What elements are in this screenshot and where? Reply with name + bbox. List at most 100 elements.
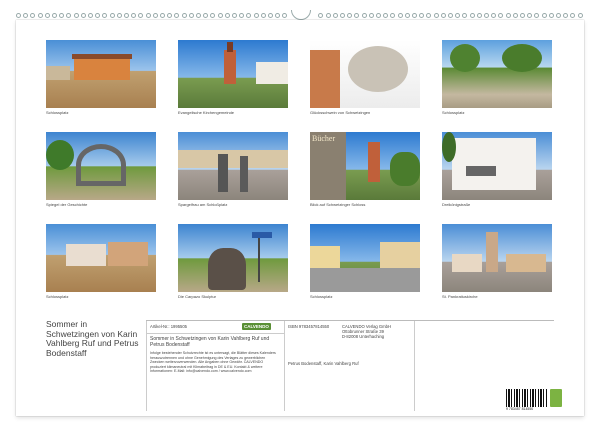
binding-ring: [484, 13, 489, 18]
photo-schlossplatz-4: [310, 224, 420, 292]
photo-carpazo-skulptur: [178, 224, 288, 292]
binding-ring: [44, 13, 50, 18]
binding-ring: [376, 13, 381, 18]
binding-ring: [440, 13, 446, 18]
binding-ring: [23, 13, 29, 18]
binding-ring: [462, 13, 468, 18]
binding-ring: [167, 13, 173, 18]
binding-ring: [426, 13, 432, 18]
binding-ring: [318, 13, 324, 18]
climate-badge-icon: [550, 389, 562, 407]
publisher-city: D-82008 Unterhaching: [342, 334, 385, 340]
binding-ring: [512, 13, 518, 18]
photo-caption: Schlossplatz: [46, 110, 69, 115]
photo-caption: Evangelische Kirchengemeinde: [178, 110, 235, 115]
binding-ring: [498, 13, 504, 18]
calendar-hanger: [291, 10, 311, 20]
photo-caption: Spargelfrau am Schloßplatz: [178, 202, 228, 207]
binding-ring: [548, 13, 554, 18]
legal-description: Infolge bestehender Schutzrechte ist es …: [150, 351, 276, 374]
photo-caption: St. Pankratiuskirche: [442, 294, 478, 299]
photo-kirchengemeinde: [178, 40, 288, 108]
binding-ring: [368, 13, 374, 18]
photo-credit: Petrus Bodenstaff, Karin Vahlberg Ruf: [288, 361, 359, 366]
photo-cell: Die Carpazo Skulptur: [178, 224, 288, 299]
binding-ring: [239, 13, 245, 18]
article-number: Artikel-Nr.: 1995505: [150, 324, 188, 329]
binding-ring: [347, 13, 353, 18]
binding-ring: [174, 13, 180, 18]
binding-ring: [383, 13, 389, 18]
photo-caption: Die Carpazo Skulptur: [178, 294, 217, 299]
binding-ring: [354, 13, 360, 18]
binding-ring: [448, 13, 453, 18]
binding-ring: [224, 13, 230, 18]
binding-ring: [196, 13, 201, 18]
binding-ring: [52, 13, 57, 18]
photo-schlossplatz-1: [46, 40, 156, 108]
binding-ring: [476, 13, 482, 18]
binding-ring: [534, 13, 540, 18]
binding-ring: [390, 13, 396, 18]
photo-blick-auf-schloss: Bücher: [310, 132, 420, 200]
photo-cell: Glücksschwein von Schwetzingen: [310, 40, 420, 115]
photo-spargelfrau: [178, 132, 288, 200]
photo-cell: Schlossplatz: [442, 40, 552, 115]
binding-ring: [520, 13, 525, 18]
binding-ring: [412, 13, 417, 18]
binding-ring: [203, 13, 209, 18]
binding-ring: [109, 13, 115, 18]
photo-schlossplatz-3: [46, 224, 156, 292]
photo-cell: Spargelfrau am Schloßplatz: [178, 132, 288, 207]
photo-cell: Evangelische Kirchengemeinde: [178, 40, 288, 115]
photo-cell: Schlossplatz: [46, 224, 156, 299]
binding-ring: [160, 13, 165, 18]
calvendo-logo: CALVENDO: [242, 323, 271, 330]
calendar-name: Sommer in Schwetzingen von Karin Vahlber…: [150, 336, 270, 348]
photo-schlossplatz-2: [442, 40, 552, 108]
binding-ring: [73, 13, 79, 18]
binding-ring: [131, 13, 137, 18]
binding-ring: [570, 13, 576, 18]
isbn-barcode: [506, 389, 548, 407]
binding-ring: [152, 13, 158, 18]
photo-cell: Dreikönigstraße: [442, 132, 552, 207]
binding-ring: [556, 13, 561, 18]
shop-sign-text: Bücher: [312, 134, 336, 143]
binding-ring: [404, 13, 410, 18]
photo-caption: Glücksschwein von Schwetzingen: [310, 110, 371, 115]
publisher-address: CALVENDO Verlag GmbH Ottobrunner Straße …: [342, 324, 391, 340]
binding-ring: [116, 13, 122, 18]
binding-ring: [455, 13, 461, 18]
binding-ring: [66, 13, 72, 18]
photo-caption: Schlossplatz: [442, 110, 465, 115]
binding-ring: [505, 13, 511, 18]
binding-ring: [80, 13, 86, 18]
photo-caption: Spiegel der Geschichte: [46, 202, 88, 207]
binding-ring: [268, 13, 273, 18]
binding-ring: [232, 13, 237, 18]
photo-spiegel-der-geschichte: [46, 132, 156, 200]
binding-ring: [138, 13, 144, 18]
calendar-back-page: Schlossplatz Evangelische Kirchengemeind…: [16, 20, 584, 416]
binding-ring: [181, 13, 187, 18]
binding-ring: [332, 13, 338, 18]
photo-gluecksschwein: [310, 40, 420, 108]
binding-ring: [275, 13, 281, 18]
binding-ring: [361, 13, 367, 18]
binding-ring: [563, 13, 569, 18]
photo-caption: Dreikönigstraße: [442, 202, 471, 207]
binding-ring: [88, 13, 93, 18]
binding-ring: [95, 13, 101, 18]
binding-ring: [124, 13, 129, 18]
photo-caption: Blick auf Schwetzinger Schloss: [310, 202, 366, 207]
photo-cell: Schlossplatz: [310, 224, 420, 299]
binding-ring: [433, 13, 439, 18]
binding-ring: [419, 13, 425, 18]
binding-ring: [397, 13, 403, 18]
binding-ring: [16, 13, 21, 18]
binding-ring: [491, 13, 497, 18]
binding-ring: [102, 13, 108, 18]
photo-st-pankratiuskirche: [442, 224, 552, 292]
binding-ring: [527, 13, 533, 18]
